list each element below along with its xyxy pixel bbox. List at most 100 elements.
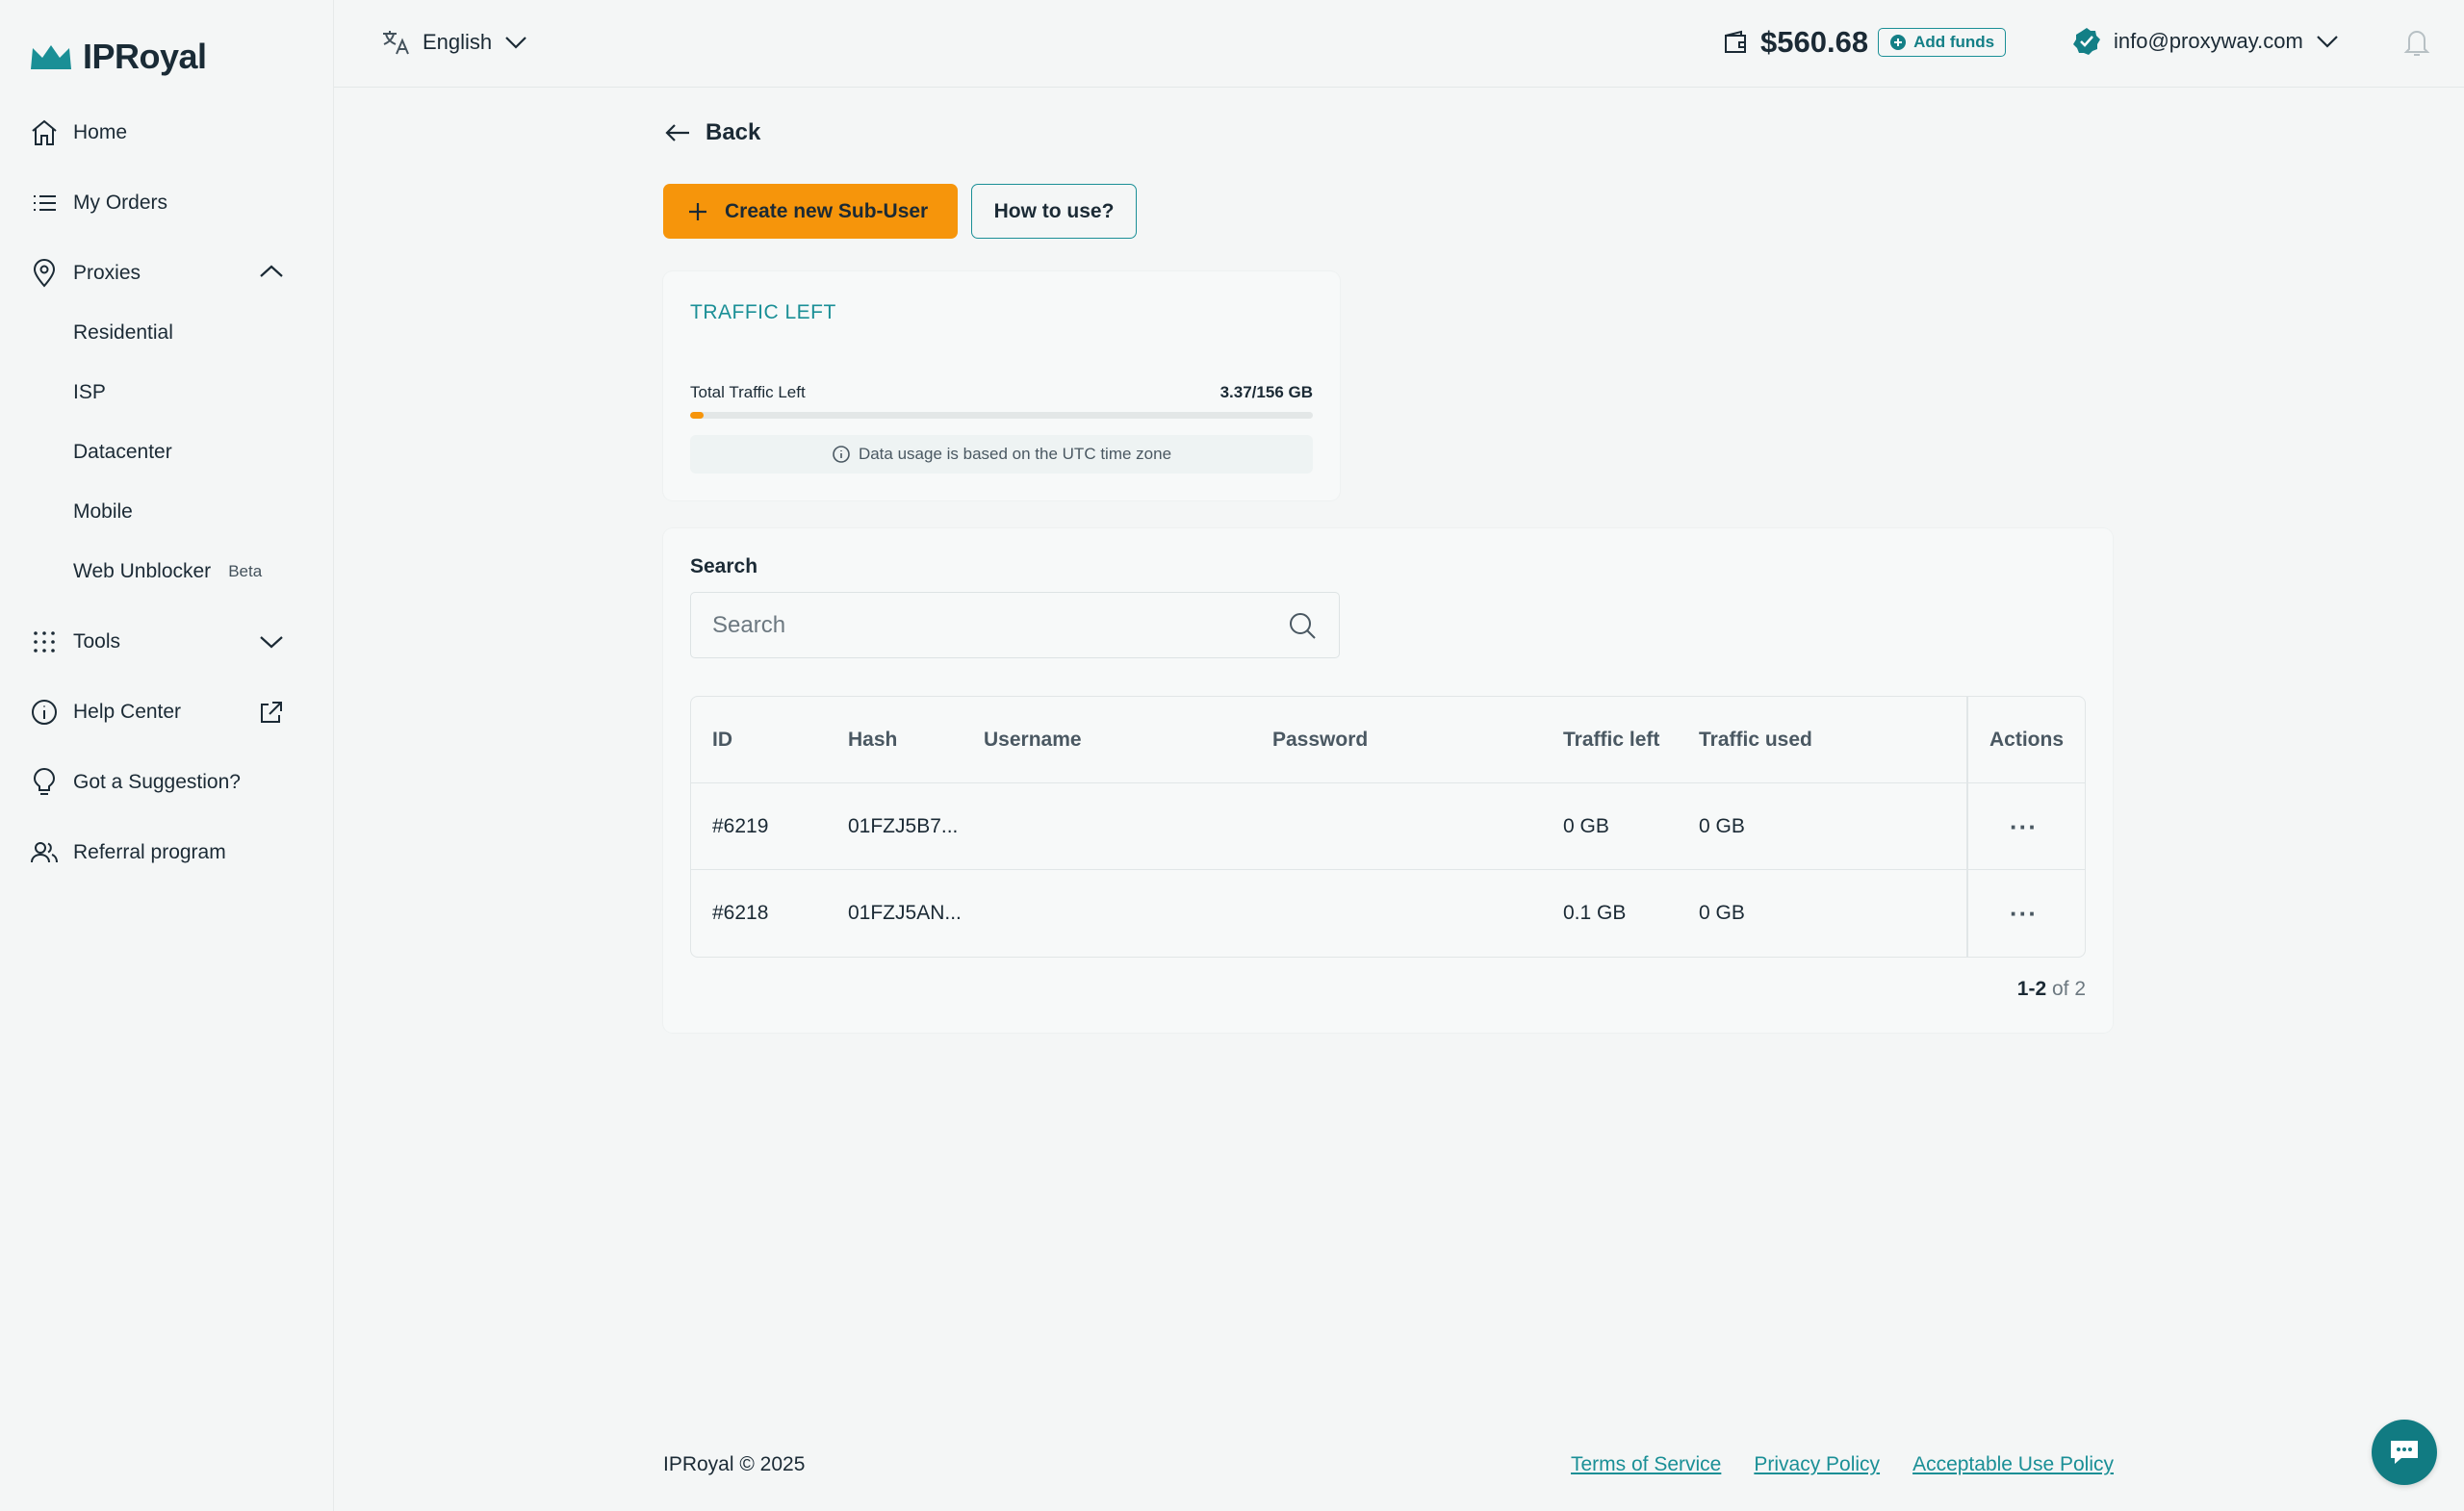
back-link[interactable]: Back [663, 119, 760, 146]
how-to-use-label: How to use? [993, 199, 1115, 222]
wallet-icon [1725, 30, 1746, 53]
sidebar-subitem-web-unblocker[interactable]: Web Unblocker Beta [73, 560, 262, 583]
create-sub-user-label: Create new Sub-User [725, 199, 929, 222]
plus-icon [689, 202, 706, 220]
traffic-value: 3.37/156 GB [1219, 383, 1313, 401]
table-row[interactable]: #6218 01FZJ5AN... 0.1 GB 0 GB ··· [691, 870, 2085, 957]
user-email: info@proxyway.com [2114, 29, 2303, 53]
chat-widget-button[interactable] [2372, 1420, 2437, 1485]
acceptable-use-policy-link[interactable]: Acceptable Use Policy [1912, 1453, 2114, 1476]
chevron-down-icon [505, 37, 526, 49]
language-selector[interactable]: English [380, 27, 528, 58]
list-icon [34, 195, 56, 211]
language-label: English [423, 30, 493, 54]
sidebar-item-referral[interactable]: Referral program [29, 833, 226, 872]
column-header-traffic-used[interactable]: Traffic used [1699, 697, 1812, 783]
footer-links: Terms of Service Privacy Policy Acceptab… [1571, 1453, 2114, 1476]
info-icon [32, 700, 57, 725]
translate-icon [383, 31, 409, 55]
sidebar-item-help-center[interactable]: Help Center [29, 693, 181, 731]
chevron-up-icon[interactable] [258, 262, 285, 281]
add-funds-button[interactable]: Add funds [1878, 28, 2007, 57]
top-bar: English $560.68 Add funds info@proxyway.… [334, 0, 2464, 88]
cell-traffic-used: 0 GB [1699, 815, 1745, 837]
traffic-progress-bar [690, 412, 1313, 419]
utc-note: Data usage is based on the UTC time zone [690, 435, 1313, 474]
cell-hash: 01FZJ5AN... [848, 902, 962, 924]
balance-amount: $560.68 [1760, 25, 1869, 59]
arrow-left-icon [665, 124, 689, 141]
sidebar-item-label: Home [73, 121, 128, 143]
logo[interactable]: IPRoyal [29, 37, 207, 77]
sub-users-card: Search ID Hash Username Password Traffic… [663, 528, 2113, 1033]
chevron-down-icon[interactable] [258, 632, 285, 652]
search-label: Search [690, 555, 758, 577]
sidebar-item-label: Referral program [73, 841, 226, 863]
sidebar-subitem-isp[interactable]: ISP [73, 381, 106, 404]
search-box [690, 592, 1340, 658]
chat-icon [2391, 1441, 2418, 1464]
crown-logo-icon [31, 45, 71, 69]
privacy-policy-link[interactable]: Privacy Policy [1754, 1453, 1880, 1476]
terms-of-service-link[interactable]: Terms of Service [1571, 1453, 1721, 1476]
sidebar-subitem-datacenter[interactable]: Datacenter [73, 441, 172, 464]
column-header-id[interactable]: ID [712, 697, 732, 783]
cell-id: #6219 [712, 815, 769, 837]
sidebar-item-label: Proxies [73, 262, 141, 284]
column-header-actions: Actions [1989, 729, 2065, 751]
search-input[interactable] [691, 593, 1339, 657]
wallet: $560.68 Add funds [1722, 25, 2007, 60]
column-header-password[interactable]: Password [1272, 697, 1368, 783]
sidebar-subitem-label: Residential [73, 321, 173, 344]
column-header-username[interactable]: Username [984, 697, 1082, 783]
location-pin-icon [33, 259, 56, 288]
sidebar-item-label: Got a Suggestion? [73, 771, 241, 793]
grid-dots-icon [34, 631, 55, 653]
more-actions-button[interactable]: ··· [2010, 870, 2038, 957]
sidebar-item-tools[interactable]: Tools [29, 623, 120, 661]
sidebar-item-my-orders[interactable]: My Orders [29, 184, 167, 222]
external-link-icon[interactable] [256, 699, 285, 728]
sub-users-table: ID Hash Username Password Traffic left T… [690, 696, 2086, 958]
how-to-use-button[interactable]: How to use? [971, 184, 1137, 239]
sidebar-subitem-mobile[interactable]: Mobile [73, 500, 133, 524]
sidebar-item-label: Help Center [73, 701, 182, 723]
table-header-row: ID Hash Username Password Traffic left T… [691, 697, 2085, 783]
sidebar-subitem-label: Web Unblocker [73, 560, 212, 582]
sidebar-item-suggestion[interactable]: Got a Suggestion? [29, 763, 241, 802]
back-label: Back [706, 119, 761, 145]
info-icon [833, 446, 850, 463]
plus-circle-icon [1890, 35, 1907, 50]
bell-icon[interactable] [2401, 26, 2432, 59]
sidebar-subitem-label: Mobile [73, 500, 133, 523]
footer-copyright: IPRoyal © 2025 [663, 1453, 806, 1475]
cell-traffic-left: 0.1 GB [1563, 902, 1627, 924]
chevron-down-icon [2316, 36, 2338, 48]
sidebar-subitem-label: Datacenter [73, 441, 172, 463]
traffic-left-card: TRAFFIC LEFT Total Traffic Left 3.37/156… [663, 271, 1340, 500]
user-menu[interactable]: info@proxyway.com [2071, 26, 2340, 57]
traffic-title: TRAFFIC LEFT [690, 301, 836, 323]
pagination-summary: 1-2 of 2 [2017, 978, 2086, 1001]
sidebar-item-label: Tools [73, 630, 121, 653]
table-row[interactable]: #6219 01FZJ5B7... 0 GB 0 GB ··· [691, 783, 2085, 870]
logo-text: IPRoyal [83, 37, 207, 76]
search-icon[interactable] [1287, 610, 1318, 641]
sidebar-item-proxies[interactable]: Proxies [29, 254, 141, 293]
verified-badge-icon [2073, 28, 2100, 55]
column-header-hash[interactable]: Hash [848, 697, 897, 783]
users-icon [31, 842, 58, 863]
create-sub-user-button[interactable]: Create new Sub-User [663, 184, 958, 239]
column-header-traffic-left[interactable]: Traffic left [1563, 697, 1659, 783]
traffic-label: Total Traffic Left [690, 383, 806, 401]
cell-traffic-used: 0 GB [1699, 902, 1745, 924]
more-actions-button[interactable]: ··· [2010, 783, 2038, 870]
cell-hash: 01FZJ5B7... [848, 815, 959, 837]
home-icon [32, 119, 57, 145]
sidebar: IPRoyal Home My Orders Proxies Residenti… [0, 0, 334, 1511]
sidebar-item-home[interactable]: Home [29, 114, 127, 152]
pagination-total: of 2 [2051, 978, 2086, 1000]
cell-traffic-left: 0 GB [1563, 815, 1609, 837]
beta-badge: Beta [228, 562, 263, 580]
sidebar-subitem-residential[interactable]: Residential [73, 321, 173, 345]
